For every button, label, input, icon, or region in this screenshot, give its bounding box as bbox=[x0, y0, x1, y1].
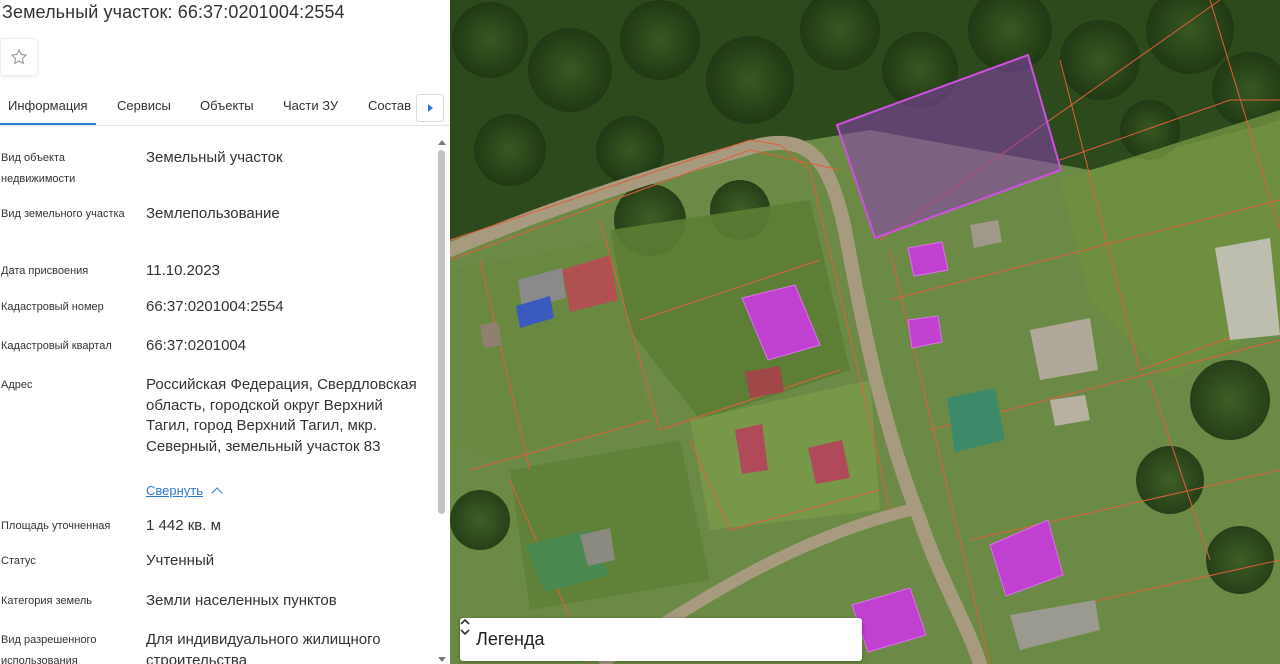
tab-composition[interactable]: Состав bbox=[368, 98, 411, 113]
field-label: Статус bbox=[1, 555, 36, 567]
field-label: Кадастровый номер bbox=[1, 301, 104, 313]
legend-panel[interactable]: Легенда bbox=[460, 618, 862, 661]
tab-bar: Информация Сервисы Объекты Части ЗУ Сост… bbox=[0, 90, 450, 126]
sort-updown-icon[interactable] bbox=[460, 618, 470, 636]
address-value: Российская Федерация, Свердловская облас… bbox=[146, 376, 417, 455]
field-value: 11.10.2023 bbox=[146, 262, 220, 279]
favorite-button[interactable] bbox=[0, 38, 38, 76]
field-label: Категория земель bbox=[1, 595, 92, 607]
scroll-up-arrow-icon[interactable] bbox=[438, 140, 446, 145]
field-value: Землепользование bbox=[146, 205, 280, 222]
garden-area bbox=[510, 440, 710, 610]
satellite-map[interactable]: Легенда bbox=[450, 0, 1280, 664]
scroll-thumb[interactable] bbox=[438, 150, 445, 514]
collapse-link[interactable]: Свернуть bbox=[146, 483, 203, 498]
field-value: Для индивидуального жилищного строительс… bbox=[146, 631, 381, 664]
field-value: Земли населенных пунктов bbox=[146, 592, 337, 609]
star-outline-icon bbox=[11, 49, 27, 65]
page-title: Земельный участок: 66:37:0201004:2554 bbox=[2, 2, 345, 22]
field-value: 66:37:0201004:2554 bbox=[146, 298, 284, 315]
panel-scrollbar[interactable] bbox=[437, 140, 447, 664]
tab-services[interactable]: Сервисы bbox=[117, 98, 171, 113]
chevron-up-icon[interactable] bbox=[211, 487, 223, 499]
field-label: Дата присвоения bbox=[1, 265, 89, 277]
field-label: Кадастровый квартал bbox=[1, 340, 112, 352]
field-label: Площадь уточненная bbox=[1, 520, 111, 532]
field-label: Вид земельного участка bbox=[1, 208, 125, 220]
field-value: Учтенный bbox=[146, 552, 215, 569]
field-label: Вид объекта недвижимости bbox=[1, 152, 76, 185]
field-label: Адрес bbox=[1, 379, 33, 391]
tab-info[interactable]: Информация bbox=[0, 98, 96, 125]
field-value: 1 442 кв. м bbox=[146, 517, 221, 534]
field-label: Вид разрешенного использования bbox=[1, 634, 97, 664]
triangle-right-icon bbox=[427, 104, 433, 112]
tabs-next-button[interactable] bbox=[416, 94, 444, 122]
field-value: Земельный участок bbox=[146, 149, 283, 166]
tab-objects[interactable]: Объекты bbox=[200, 98, 254, 113]
info-panel: Земельный участок: 66:37:0201004:2554 Ин… bbox=[0, 0, 450, 664]
scroll-down-arrow-icon[interactable] bbox=[438, 657, 446, 662]
tab-parts[interactable]: Части ЗУ bbox=[283, 98, 338, 113]
map-canvas[interactable] bbox=[450, 0, 1280, 664]
legend-label: Легенда bbox=[476, 629, 545, 649]
field-value: 66:37:0201004 bbox=[146, 337, 247, 354]
